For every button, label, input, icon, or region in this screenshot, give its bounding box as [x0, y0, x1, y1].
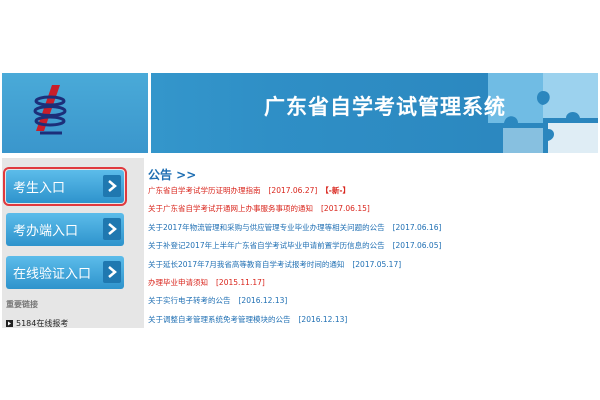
- announcement-item[interactable]: 关于延长2017年7月我省高等教育自学考试报考时间的通知 [2017.05.17]: [148, 260, 588, 278]
- arrow-square-icon: [6, 320, 13, 327]
- announcement-date: [2017.06.15]: [321, 204, 370, 214]
- online-verify-entry-button[interactable]: 在线验证入口: [6, 256, 124, 289]
- announcement-title: 办理毕业申请须知: [148, 277, 208, 287]
- announcements-heading[interactable]: 公告 >>: [148, 166, 196, 183]
- office-entry-label: 考办端入口: [13, 224, 79, 239]
- announcement-title: 关于补登记2017年上半年广东省自学考试毕业申请前置学历信息的公告: [148, 241, 385, 251]
- announcement-title: 关于延长2017年7月我省高等教育自学考试报考时间的通知: [148, 259, 345, 269]
- new-badge: 【-新-】: [321, 186, 351, 195]
- announcement-title: 关于广东省自学考试开通网上办事服务事项的通知: [148, 204, 313, 214]
- announcement-item[interactable]: 关于2017年物流管理和采购与供应管理专业毕业办理等相关问题的公告 [2017.0…: [148, 223, 588, 241]
- sidebar: 考生入口 考办端入口 在线验证入口 重要链接 5184在线报考: [2, 158, 144, 328]
- announcement-item[interactable]: 广东省自学考试学历证明办理指南 [2017.06.27] 【-新-】: [148, 186, 588, 204]
- announcement-item[interactable]: 关于补登记2017年上半年广东省自学考试毕业申请前置学历信息的公告 [2017.0…: [148, 241, 588, 259]
- announcement-date: [2015.11.17]: [216, 277, 265, 287]
- announcement-item[interactable]: 办理毕业申请须知 [2015.11.17]: [148, 278, 588, 296]
- announcement-list: 广东省自学考试学历证明办理指南 [2017.06.27] 【-新-】 关于广东省自学…: [148, 186, 588, 333]
- system-title: 广东省自学考试管理系统: [264, 95, 506, 119]
- site-header: 广东省自学考试管理系统: [2, 73, 598, 153]
- office-entry-button[interactable]: 考办端入口: [6, 213, 124, 246]
- chevron-right-icon: [103, 175, 121, 197]
- announcement-date: [2016.12.13]: [298, 314, 348, 324]
- logo-panel: [2, 73, 151, 153]
- online-verify-entry-label: 在线验证入口: [13, 267, 92, 282]
- announcement-date: [2017.06.16]: [392, 222, 442, 232]
- important-links-heading: 重要链接: [6, 300, 38, 309]
- announcement-title: 关于2017年物流管理和采购与供应管理专业毕业办理等相关问题的公告: [148, 222, 385, 232]
- student-entry-label: 考生入口: [13, 181, 66, 196]
- student-entry-button[interactable]: 考生入口: [3, 167, 127, 206]
- announcement-item[interactable]: 关于调整自考管理系统免考管理模块的公告 [2016.12.13]: [148, 315, 588, 333]
- announcement-date: [2017.06.27]: [268, 186, 318, 195]
- announcement-date: [2016.12.13]: [238, 296, 288, 306]
- chevron-right-icon: [103, 218, 121, 240]
- link-label: 5184在线报考: [16, 319, 69, 328]
- announcement-item[interactable]: 关于实行电子转考的公告 [2016.12.13]: [148, 296, 588, 314]
- link-5184-online-registration[interactable]: 5184在线报考: [6, 318, 68, 329]
- announcement-date: [2017.05.17]: [352, 259, 402, 269]
- announcement-date: [2017.06.05]: [392, 241, 442, 251]
- chevron-right-icon: [103, 261, 121, 283]
- announcement-title: 广东省自学考试学历证明办理指南: [148, 186, 261, 195]
- exam-logo-icon: [33, 85, 67, 135]
- announcement-title: 关于调整自考管理系统免考管理模块的公告: [148, 314, 291, 324]
- announcement-title: 关于实行电子转考的公告: [148, 296, 231, 306]
- announcement-item[interactable]: 关于广东省自学考试开通网上办事服务事项的通知 [2017.06.15]: [148, 204, 588, 222]
